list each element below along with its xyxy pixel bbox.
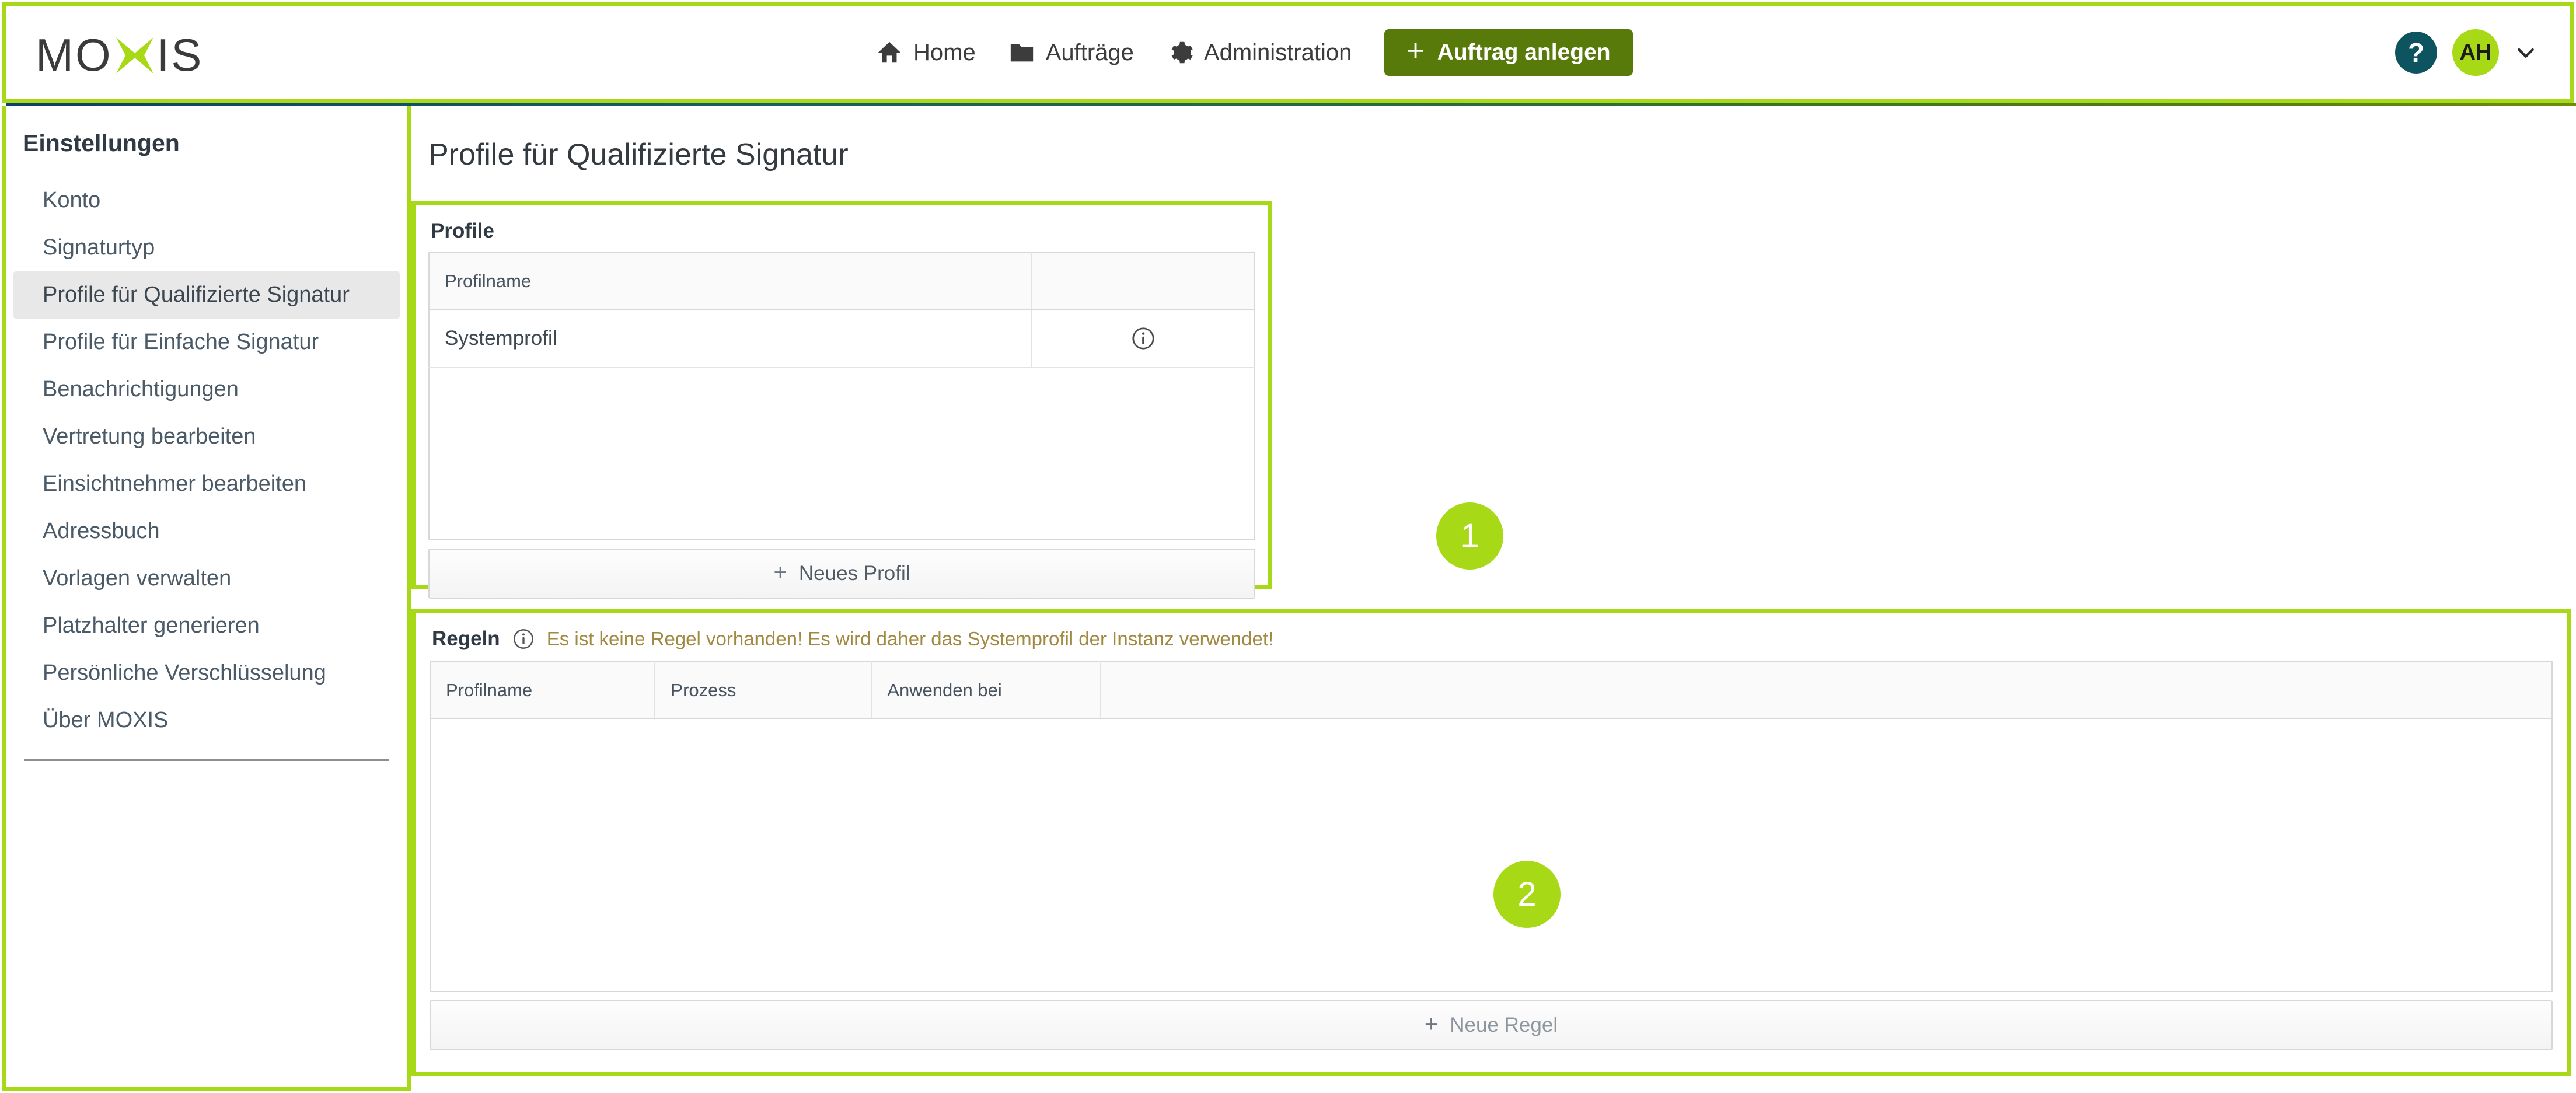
sidebar-item-label: Profile für Qualifizierte Signatur (43, 282, 350, 307)
logo-text-left: MO (36, 29, 113, 81)
profile-panel-legend: Profile (431, 219, 494, 242)
x-star-icon (114, 35, 156, 76)
nav-item-home[interactable]: Home (876, 39, 976, 66)
create-auftrag-button[interactable]: + Auftrag anlegen (1384, 29, 1633, 76)
sidebar-item-profile-qualifizierte-signatur[interactable]: Profile für Qualifizierte Signatur (13, 271, 400, 319)
regeln-table-empty-area (430, 719, 2553, 992)
new-profile-label: Neues Profil (798, 562, 910, 585)
sidebar-divider (24, 759, 389, 761)
sidebar-item-signaturtyp[interactable]: Signaturtyp (13, 224, 400, 271)
sidebar-item-label: Platzhalter generieren (43, 613, 260, 638)
sidebar-item-vertretung-bearbeiten[interactable]: Vertretung bearbeiten (13, 413, 400, 460)
sidebar-item-adressbuch[interactable]: Adressbuch (13, 508, 400, 555)
question-mark-icon: ? (2407, 37, 2425, 68)
sidebar-item-label: Vertretung bearbeiten (43, 424, 256, 449)
sidebar-item-einsichtnehmer-bearbeiten[interactable]: Einsichtnehmer bearbeiten (13, 460, 400, 508)
main-content: Profile für Qualifizierte Signatur Profi… (411, 106, 2576, 1093)
moxis-logo[interactable]: MO IS (36, 29, 203, 82)
nav-item-auftraege[interactable]: Aufträge (1008, 39, 1134, 66)
logo-text-right: IS (156, 29, 204, 81)
gear-icon (1167, 39, 1193, 66)
new-regel-label: Neue Regel (1450, 1014, 1558, 1036)
table-header-row: Profilname Prozess Anwenden bei (430, 662, 2552, 719)
nav-item-administration-label: Administration (1203, 39, 1352, 65)
profile-table: Profilname Systemprofil (428, 252, 1255, 368)
nav-item-administration[interactable]: Administration (1167, 39, 1352, 66)
cell-action (1031, 309, 1255, 368)
sidebar-item-platzhalter-generieren[interactable]: Platzhalter generieren (13, 602, 400, 649)
annotation-badge-2-label: 2 (1517, 875, 1537, 913)
regeln-warning-text: Es ist keine Regel vorhanden! Es wird da… (546, 628, 1274, 649)
regeln-table: Profilname Prozess Anwenden bei (430, 661, 2553, 719)
sidebar-item-label: Benachrichtigungen (43, 377, 239, 401)
table-row[interactable]: Systemprofil (429, 309, 1255, 368)
folder-icon (1008, 39, 1035, 66)
sidebar-item-label: Konto (43, 188, 101, 212)
sidebar-item-ueber-moxis[interactable]: Über MOXIS (13, 697, 400, 744)
profile-panel: Profile Profilname Systemprofil + Neues … (416, 205, 1268, 599)
sidebar-item-label: Profile für Einfache Signatur (43, 330, 319, 354)
app-window: MO IS Home Aufträge Administration + Auf… (0, 0, 2576, 1093)
nav-item-auftraege-label: Aufträge (1045, 39, 1134, 65)
annotation-badge-1-label: 1 (1460, 517, 1479, 555)
plus-icon: + (773, 560, 787, 585)
column-header-anwenden-bei: Anwenden bei (871, 662, 1101, 719)
regeln-panel-legend: Regeln (432, 627, 500, 650)
regeln-legend-row: Regeln Es ist keine Regel vorhanden! Es … (432, 627, 2553, 651)
avatar[interactable]: AH (2452, 29, 2499, 76)
sidebar-item-label: Vorlagen verwalten (43, 566, 232, 591)
column-header-actions (1100, 662, 2552, 719)
cell-profilname: Systemprofil (429, 309, 1032, 368)
help-button[interactable]: ? (2395, 32, 2437, 74)
header-right-cluster: ? AH (2395, 6, 2537, 99)
column-header-profilname: Profilname (429, 253, 1032, 310)
table-header-row: Profilname (429, 253, 1255, 310)
home-icon (876, 39, 903, 66)
sidebar-item-label: Adressbuch (43, 519, 160, 543)
column-header-actions (1031, 253, 1255, 310)
column-header-profilname: Profilname (430, 662, 656, 719)
plus-icon: + (1424, 1011, 1439, 1037)
sidebar-item-label: Einsichtnehmer bearbeiten (43, 472, 307, 496)
sidebar-item-benachrichtigungen[interactable]: Benachrichtigungen (13, 366, 400, 413)
sidebar-item-profile-einfache-signatur[interactable]: Profile für Einfache Signatur (13, 319, 400, 366)
column-header-prozess: Prozess (655, 662, 872, 719)
top-header-bar: MO IS Home Aufträge Administration + Auf… (6, 6, 2570, 99)
sidebar-item-persoenliche-verschluesselung[interactable]: Persönliche Verschlüsselung (13, 649, 400, 697)
sidebar-item-label: Persönliche Verschlüsselung (43, 661, 326, 685)
settings-sidebar: Einstellungen Konto Signaturtyp Profile … (6, 106, 407, 1087)
primary-nav: Home Aufträge Administration + Auftrag a… (876, 6, 1633, 99)
chevron-down-icon[interactable] (2514, 41, 2537, 64)
plus-icon: + (1406, 33, 1425, 68)
profile-table-empty-area (428, 368, 1255, 540)
create-auftrag-label: Auftrag anlegen (1437, 40, 1611, 65)
sidebar-item-vorlagen-verwalten[interactable]: Vorlagen verwalten (13, 555, 400, 602)
info-circle-icon[interactable] (1130, 326, 1156, 351)
annotation-badge-1: 1 (1436, 502, 1503, 570)
info-circle-icon (512, 627, 535, 651)
sidebar-item-label: Über MOXIS (43, 708, 169, 732)
regeln-panel: Regeln Es ist keine Regel vorhanden! Es … (416, 613, 2567, 1072)
new-profile-button[interactable]: + Neues Profil (428, 549, 1255, 599)
sidebar-item-label: Signaturtyp (43, 235, 155, 260)
avatar-initials: AH (2459, 40, 2492, 65)
nav-item-home-label: Home (913, 39, 976, 65)
sidebar-title: Einstellungen (23, 130, 180, 156)
page-title: Profile für Qualifizierte Signatur (428, 138, 849, 172)
sidebar-item-konto[interactable]: Konto (13, 177, 400, 224)
annotation-badge-2: 2 (1493, 861, 1561, 928)
new-regel-button[interactable]: + Neue Regel (430, 1000, 2553, 1050)
